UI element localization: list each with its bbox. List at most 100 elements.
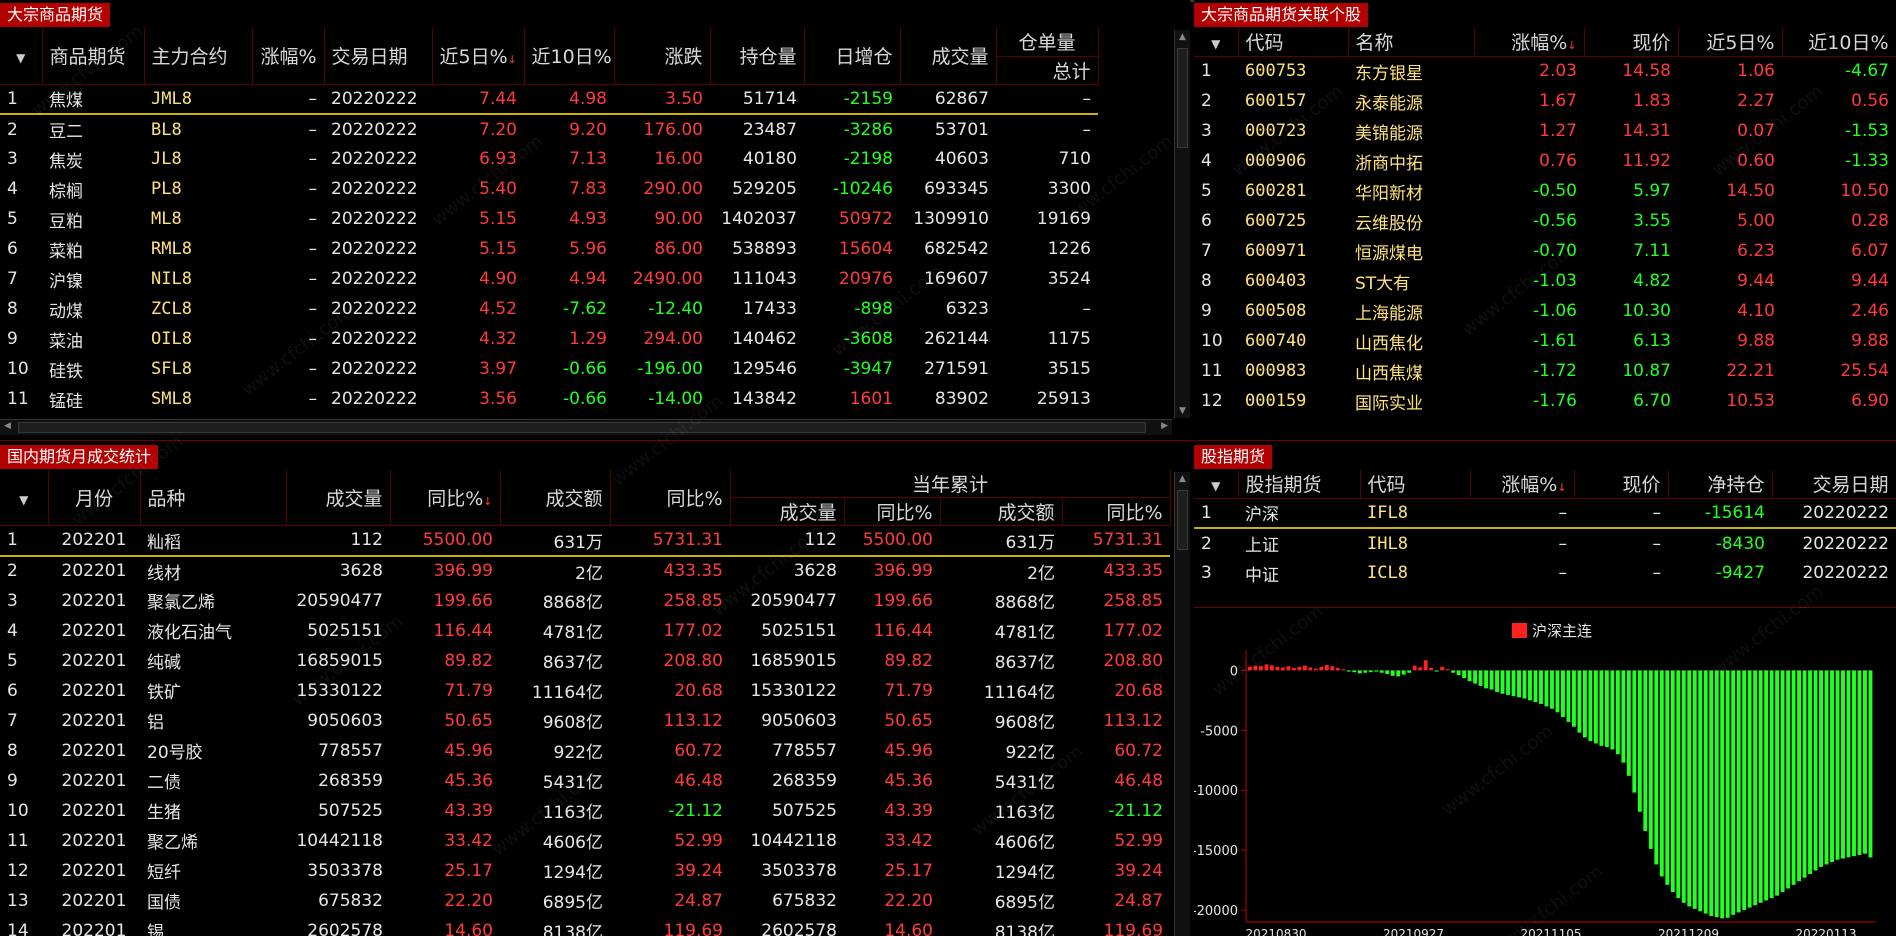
table-row[interactable]: 8 600403 ST大有 -1.03 4.82 9.44 9.44 bbox=[1194, 266, 1896, 296]
table-row[interactable]: 7 600971 恒源煤电 -0.70 7.11 6.23 6.07 bbox=[1194, 236, 1896, 266]
table-row[interactable]: 12 000159 国际实业 -1.76 6.70 10.53 6.90 bbox=[1194, 386, 1896, 416]
col-index-code[interactable]: 代码 bbox=[1360, 470, 1471, 499]
col-group-ytd[interactable]: 当年累计 bbox=[730, 470, 1171, 498]
col-stock-5day[interactable]: 近5日% bbox=[1678, 28, 1783, 57]
col-month[interactable]: 月份 bbox=[48, 470, 141, 526]
col-ytd-amount[interactable]: 成交额 bbox=[940, 497, 1063, 526]
table-row[interactable]: 4 000906 浙商中拓 0.76 11.92 0.60 -1.33 bbox=[1194, 146, 1896, 176]
stock-10day: 6.07 bbox=[1851, 241, 1889, 261]
scroll-left-icon[interactable]: ◀ bbox=[4, 421, 11, 431]
table-row[interactable]: 10 硅铁 SFL8 –20220222 3.97 -0.66 -196.00 129546 -… bbox=[0, 354, 1098, 384]
table-row[interactable]: 2 202201 线材 3628 396.99 2亿 433.35 3628 396.99 2亿 4… bbox=[0, 556, 1170, 586]
scroll-thumb[interactable] bbox=[1177, 490, 1188, 550]
col-daily-increase[interactable]: 日增仓 bbox=[804, 28, 901, 85]
table-row[interactable]: 11 202201 聚乙烯 10442118 33.42 4606亿 52.99 104421… bbox=[0, 826, 1170, 856]
monthly-amount-yoy: 39.24 bbox=[674, 860, 723, 881]
col-main-contract[interactable]: 主力合约 bbox=[144, 28, 253, 85]
hscroll-thumb[interactable] bbox=[18, 422, 1146, 433]
stocks-menu-arrow[interactable]: ▼ bbox=[1194, 28, 1239, 57]
col-index-name[interactable]: 股指期货 bbox=[1238, 470, 1361, 499]
col-variety[interactable]: 品种 bbox=[140, 470, 287, 526]
col-stock-change-label: 涨幅% bbox=[1511, 32, 1568, 55]
table-row[interactable]: 7 202201 铝 9050603 50.65 9608亿 113.12 9050603 50… bbox=[0, 706, 1170, 736]
futures-vertical-scrollbar[interactable]: ▲ ▼ bbox=[1174, 30, 1190, 418]
table-row[interactable]: 3 202201 聚氯乙烯 20590477 199.66 8868亿 258.85 2059… bbox=[0, 586, 1170, 616]
table-row[interactable]: 9 600508 上海能源 -1.06 10.30 4.10 2.46 bbox=[1194, 296, 1896, 326]
table-row[interactable]: 2 600157 永泰能源 1.67 1.83 2.27 0.56 bbox=[1194, 86, 1896, 116]
col-trade-date[interactable]: 交易日期 bbox=[324, 28, 433, 85]
table-row[interactable]: 2 豆二 BL8–20220222 7.20 9.20 176.00 23487 -3286 5… bbox=[0, 114, 1098, 144]
month: 202201 bbox=[61, 620, 127, 641]
table-row[interactable]: 4 202201 液化石油气 5025151 116.44 4781亿 177.02 5025… bbox=[0, 616, 1170, 646]
table-row[interactable]: 5 202201 纯碱 16859015 89.82 8637亿 208.80 1685901… bbox=[0, 646, 1170, 676]
table-row[interactable]: 1 600753 东方银星 2.03 14.58 1.06 -4.67 bbox=[1194, 56, 1896, 86]
table-row[interactable]: 7 沪镍 NIL8 –20220222 4.90 4.94 2490.00 111043 209… bbox=[0, 264, 1098, 294]
col-monthly-yoy[interactable]: 同比%↓ bbox=[390, 470, 501, 526]
table-row[interactable]: 12 202201 短纤 3503378 25.17 1294亿 39.24 3503378 2… bbox=[0, 856, 1170, 886]
col-ytd-volume[interactable]: 成交量 bbox=[730, 497, 845, 526]
table-row[interactable]: 3 中证 ICL8 – – -9427 20220222 bbox=[1194, 558, 1896, 588]
scroll-up-icon[interactable]: ▲ bbox=[1175, 474, 1190, 484]
table-row[interactable]: 14 202201 锡 2602578 14.60 8138亿 119.69 2602578 1… bbox=[0, 916, 1170, 936]
table-row[interactable]: 6 菜粕 RML8 –20220222 5.15 5.96 86.00 538893 15604… bbox=[0, 234, 1098, 264]
col-futures-name[interactable]: 商品期货 bbox=[42, 28, 145, 85]
col-ytd-amount-yoy[interactable]: 同比% bbox=[1062, 497, 1171, 526]
col-monthly-amount[interactable]: 成交额 bbox=[500, 470, 611, 526]
col-monthly-amount-yoy[interactable]: 同比% bbox=[610, 470, 731, 526]
scroll-right-icon[interactable]: ▶ bbox=[1161, 421, 1168, 431]
table-row[interactable]: 8 202201 20号胶 778557 45.96 922亿 60.72 778557 45.… bbox=[0, 736, 1170, 766]
index-menu-arrow[interactable]: ▼ bbox=[1194, 470, 1239, 499]
table-row[interactable]: 2 上证 IHL8 – – -8430 20220222 bbox=[1194, 528, 1896, 558]
table-row[interactable]: 5 600281 华阳新材 -0.50 5.97 14.50 10.50 bbox=[1194, 176, 1896, 206]
table-row[interactable]: 8 动煤 ZCL8–20220222 4.52 -7.62 -12.40 17433 -898… bbox=[0, 294, 1098, 324]
table-row[interactable]: 11 000983 山西焦煤 -1.72 10.87 22.21 25.54 bbox=[1194, 356, 1896, 386]
futures-horizontal-scrollbar[interactable]: ◀ ▶ bbox=[0, 419, 1172, 435]
table-row[interactable]: 5 豆粕 ML8 –20220222 5.15 4.93 90.00 1402037 50972… bbox=[0, 204, 1098, 234]
col-warehouse-receipt[interactable]: 仓单量 bbox=[996, 28, 1099, 57]
col-ytd-yoy[interactable]: 同比% bbox=[844, 497, 941, 526]
sort-down-icon: ↓ bbox=[1557, 481, 1567, 495]
col-warehouse-total[interactable]: 总计 bbox=[996, 56, 1099, 85]
table-row[interactable]: 6 600725 云维股份 -0.56 3.55 5.00 0.28 bbox=[1194, 206, 1896, 236]
y-tick-label: -5000 bbox=[1200, 724, 1238, 739]
col-10day-pct[interactable]: 近10日% bbox=[524, 28, 615, 85]
monthly-vertical-scrollbar[interactable]: ▲ bbox=[1174, 472, 1190, 936]
col-volume[interactable]: 成交量 bbox=[900, 28, 997, 85]
table-row[interactable]: 9 202201 二债 268359 45.36 5431亿 46.48 268359 45.3… bbox=[0, 766, 1170, 796]
col-index-change[interactable]: 涨幅%↓ bbox=[1470, 470, 1575, 499]
table-row[interactable]: 3 000723 美锦能源 1.27 14.31 0.07 -1.53 bbox=[1194, 116, 1896, 146]
col-monthly-volume[interactable]: 成交量 bbox=[286, 470, 391, 526]
table-row[interactable]: 4 棕榈 PL8 –20220222 5.40 7.83 290.00 529205 -1024… bbox=[0, 174, 1098, 204]
col-index-date[interactable]: 交易日期 bbox=[1772, 470, 1896, 499]
table-row[interactable]: 3 焦炭 JL8 –20220222 6.93 7.13 16.00 40180 -2198 40… bbox=[0, 144, 1098, 174]
futures-menu-arrow[interactable]: ▼ bbox=[0, 28, 43, 85]
table-row[interactable]: 6 202201 铁矿 15330122 71.79 11164亿 20.68 1533012… bbox=[0, 676, 1170, 706]
col-5day-pct[interactable]: 近5日%↓ bbox=[432, 28, 525, 85]
table-row[interactable]: 10 202201 生猪 507525 43.39 1163亿 -21.12 507525 43… bbox=[0, 796, 1170, 826]
col-stock-name[interactable]: 名称 bbox=[1348, 28, 1475, 57]
col-up-down[interactable]: 涨跌 bbox=[614, 28, 711, 85]
table-row[interactable]: 1 焦煤 JML8–20220222 7.44 4.98 3.50 51714 -2159 62… bbox=[0, 84, 1098, 115]
table-row[interactable]: 1 沪深 IFL8– – -15614 20220222 bbox=[1194, 498, 1896, 529]
table-row[interactable]: 10 600740 山西焦化 -1.61 6.13 9.88 9.88 bbox=[1194, 326, 1896, 356]
scroll-thumb[interactable] bbox=[1177, 48, 1188, 148]
table-row[interactable]: 9 菜油 OIL8 –20220222 4.32 1.29 294.00 140462 -360… bbox=[0, 324, 1098, 354]
col-index-net[interactable]: 净持仓 bbox=[1668, 470, 1773, 499]
col-stock-code[interactable]: 代码 bbox=[1238, 28, 1349, 57]
scroll-down-icon[interactable]: ▼ bbox=[1175, 406, 1190, 416]
col-stock-change[interactable]: 涨幅%↓ bbox=[1474, 28, 1585, 57]
monthly-menu-arrow[interactable]: ▼ bbox=[0, 470, 49, 526]
table-row[interactable]: 13 202201 国债 675832 22.20 6895亿 24.87 675832 22.… bbox=[0, 886, 1170, 916]
col-open-interest[interactable]: 持仓量 bbox=[710, 28, 805, 85]
table-row[interactable]: 11 锰硅 SML8 –20220222 3.56 -0.66 -14.00 143842 16… bbox=[0, 384, 1098, 414]
scroll-up-icon[interactable]: ▲ bbox=[1175, 32, 1190, 42]
table-row[interactable]: 1 202201 籼稻 112 5500.00 631万 5731.31 112 5500.00… bbox=[0, 525, 1171, 557]
col-change-pct[interactable]: 涨幅% bbox=[252, 28, 325, 85]
col-index-price[interactable]: 现价 bbox=[1574, 470, 1669, 499]
change-pct: – bbox=[308, 269, 318, 289]
chart-bar bbox=[1808, 670, 1812, 875]
col-stock-price[interactable]: 现价 bbox=[1584, 28, 1679, 57]
ytd-amount-yoy: 177.02 bbox=[1103, 620, 1164, 641]
stock-10day: 2.46 bbox=[1851, 301, 1889, 321]
col-stock-10day[interactable]: 近10日% bbox=[1782, 28, 1896, 57]
